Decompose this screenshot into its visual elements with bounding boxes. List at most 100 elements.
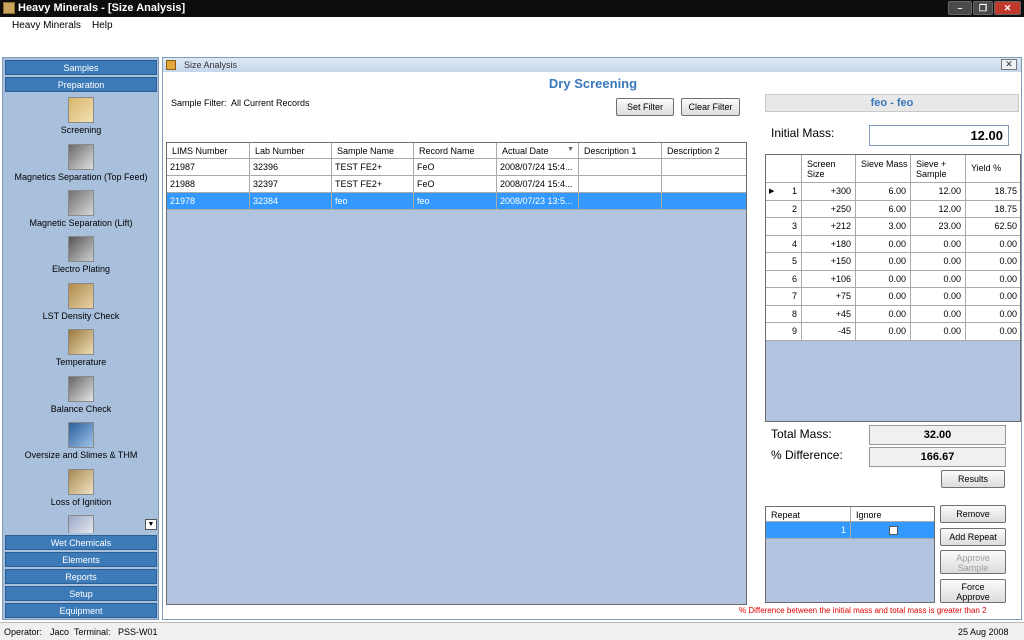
cell-sieve-mass[interactable]: 6.00 bbox=[856, 200, 911, 218]
approve-sample-button[interactable]: Approve Sample bbox=[940, 550, 1006, 574]
sidebar-item-label: Magnetic Separation (Lift) bbox=[29, 218, 133, 228]
cell-screen-size[interactable]: +150 bbox=[802, 253, 856, 271]
sidebar-item-magnetics-top-feed[interactable]: Magnetics Separation (Top Feed) bbox=[5, 144, 157, 182]
cell-sieve-mass[interactable]: 0.00 bbox=[856, 323, 911, 341]
col-record-name[interactable]: Record Name bbox=[414, 143, 497, 159]
cell-screen-size[interactable]: +45 bbox=[802, 305, 856, 323]
app-icon bbox=[3, 2, 15, 14]
cell-sieve-mass[interactable]: 0.00 bbox=[856, 270, 911, 288]
sidebar-header-reports[interactable]: Reports bbox=[5, 569, 157, 584]
col-actual-date[interactable]: Actual Date ▼ bbox=[497, 143, 579, 159]
scroll-down-icon[interactable]: ▼ bbox=[145, 519, 157, 530]
clear-filter-button[interactable]: Clear Filter bbox=[681, 98, 740, 116]
cell-yield[interactable]: 18.75 bbox=[966, 183, 1020, 201]
sidebar-header-preparation[interactable]: Preparation bbox=[5, 77, 157, 92]
menu-help[interactable]: Help bbox=[92, 20, 113, 31]
set-filter-button[interactable]: Set Filter bbox=[616, 98, 674, 116]
cell-sieve-mass[interactable]: 0.00 bbox=[856, 288, 911, 306]
sidebar-item-magnetic-lift[interactable]: Magnetic Separation (Lift) bbox=[5, 190, 157, 228]
cell-sieve-sample[interactable]: 0.00 bbox=[911, 235, 966, 253]
cell-screen-size[interactable]: +106 bbox=[802, 270, 856, 288]
col-description-1[interactable]: Description 1 bbox=[579, 143, 662, 159]
cell-sieve-mass[interactable]: 0.00 bbox=[856, 235, 911, 253]
sidebar-item-lst-density[interactable]: LST Density Check bbox=[5, 283, 157, 321]
cell-sieve-mass[interactable]: 0.00 bbox=[856, 253, 911, 271]
sidebar-header-setup[interactable]: Setup bbox=[5, 586, 157, 601]
cell-yield[interactable]: 18.75 bbox=[966, 200, 1020, 218]
cell-screen-size[interactable]: +250 bbox=[802, 200, 856, 218]
sidebar-item-electro-plating[interactable]: Electro Plating bbox=[5, 236, 157, 274]
initial-mass-field[interactable]: 12.00 bbox=[869, 125, 1009, 146]
col-sieve-sample[interactable]: Sieve + Sample bbox=[911, 155, 966, 183]
sidebar-item-label: Oversize and Slimes & THM bbox=[24, 450, 138, 460]
cell-sieve-sample[interactable]: 12.00 bbox=[911, 200, 966, 218]
cell-sieve-sample[interactable]: 12.00 bbox=[911, 183, 966, 201]
sidebar-item-temperature[interactable]: Temperature bbox=[5, 329, 157, 367]
pct-diff-label: % Difference: bbox=[771, 448, 843, 462]
window-icon bbox=[166, 60, 176, 70]
cell-record: FeO bbox=[414, 176, 497, 193]
col-sieve-mass[interactable]: Sieve Mass bbox=[856, 155, 911, 183]
cell-yield[interactable]: 0.00 bbox=[966, 305, 1020, 323]
sidebar-item-oversize-slimes[interactable]: Oversize and Slimes & THM bbox=[5, 422, 157, 460]
cell-sieve-sample[interactable]: 0.00 bbox=[911, 323, 966, 341]
filter-label: Sample Filter: bbox=[171, 98, 227, 108]
sample-title: feo - feo bbox=[870, 97, 914, 109]
cell-yield[interactable]: 0.00 bbox=[966, 288, 1020, 306]
cell-screen-size[interactable]: +75 bbox=[802, 288, 856, 306]
col-screen-size[interactable]: Screen Size bbox=[802, 155, 856, 183]
cell-sieve-sample[interactable]: 0.00 bbox=[911, 305, 966, 323]
screening-icon bbox=[68, 97, 94, 123]
cell-yield[interactable]: 0.00 bbox=[966, 323, 1020, 341]
col-lims-number[interactable]: LIMS Number bbox=[167, 143, 250, 159]
sort-down-icon: ▼ bbox=[567, 146, 574, 153]
ignore-checkbox[interactable] bbox=[888, 526, 898, 535]
col-repeat[interactable]: Repeat bbox=[766, 507, 851, 522]
row-number: 2 bbox=[766, 200, 802, 218]
cell-sieve-mass[interactable]: 3.00 bbox=[856, 218, 911, 236]
oversize-icon bbox=[68, 422, 94, 448]
col-description-2[interactable]: Description 2 bbox=[662, 143, 746, 159]
cell-screen-size[interactable]: +300 bbox=[802, 183, 856, 201]
sidebar-header-elements[interactable]: Elements bbox=[5, 552, 157, 567]
cell-sieve-sample[interactable]: 0.00 bbox=[911, 253, 966, 271]
cell-screen-size[interactable]: -45 bbox=[802, 323, 856, 341]
close-button[interactable]: ✕ bbox=[994, 1, 1021, 15]
sidebar-item-balance-check[interactable]: Balance Check bbox=[5, 376, 157, 414]
sidebar-item-partial[interactable] bbox=[5, 515, 157, 533]
col-lab-number[interactable]: Lab Number bbox=[250, 143, 332, 159]
cell-yield[interactable]: 0.00 bbox=[966, 235, 1020, 253]
menu-heavy-minerals[interactable]: Heavy Minerals bbox=[12, 20, 81, 31]
cell-sieve-sample[interactable]: 0.00 bbox=[911, 288, 966, 306]
cell-record: FeO bbox=[414, 159, 497, 176]
cell-yield[interactable]: 62.50 bbox=[966, 218, 1020, 236]
cell-screen-size[interactable]: +212 bbox=[802, 218, 856, 236]
add-repeat-button[interactable]: Add Repeat bbox=[940, 528, 1006, 546]
col-ignore[interactable]: Ignore bbox=[851, 507, 934, 522]
col-sample-name[interactable]: Sample Name bbox=[332, 143, 414, 159]
cell-date: 2008/07/24 15:4... bbox=[497, 176, 579, 193]
cell-sieve-sample[interactable]: 0.00 bbox=[911, 270, 966, 288]
sidebar-item-screening[interactable]: Screening bbox=[5, 97, 157, 135]
restore-button[interactable]: ❐ bbox=[973, 1, 993, 15]
cell-sieve-mass[interactable]: 0.00 bbox=[856, 305, 911, 323]
sidebar-header-wet-chemicals[interactable]: Wet Chemicals bbox=[5, 535, 157, 550]
cell-sieve-mass[interactable]: 6.00 bbox=[856, 183, 911, 201]
child-close-button[interactable]: ✕ bbox=[1001, 59, 1017, 70]
results-button[interactable]: Results bbox=[941, 470, 1005, 488]
remove-button[interactable]: Remove bbox=[940, 505, 1006, 523]
sidebar-item-loss-of-ignition[interactable]: Loss of Ignition bbox=[5, 469, 157, 507]
cell-screen-size[interactable]: +180 bbox=[802, 235, 856, 253]
col-yield[interactable]: Yield % bbox=[966, 155, 1020, 183]
minimize-button[interactable]: – bbox=[948, 1, 972, 15]
cell-sieve-sample[interactable]: 23.00 bbox=[911, 218, 966, 236]
force-approve-button[interactable]: Force Approve bbox=[940, 579, 1006, 603]
cell-yield[interactable]: 0.00 bbox=[966, 253, 1020, 271]
records-grid: LIMS Number Lab Number Sample Name Recor… bbox=[166, 142, 747, 605]
cell-sample: TEST FE2+ bbox=[332, 159, 414, 176]
cell-yield[interactable]: 0.00 bbox=[966, 270, 1020, 288]
sidebar-header-samples[interactable]: Samples bbox=[5, 60, 157, 75]
sidebar-header-equipment[interactable]: Equipment bbox=[5, 603, 157, 618]
row-header-corner bbox=[766, 155, 802, 183]
cell-record: feo bbox=[414, 193, 497, 210]
